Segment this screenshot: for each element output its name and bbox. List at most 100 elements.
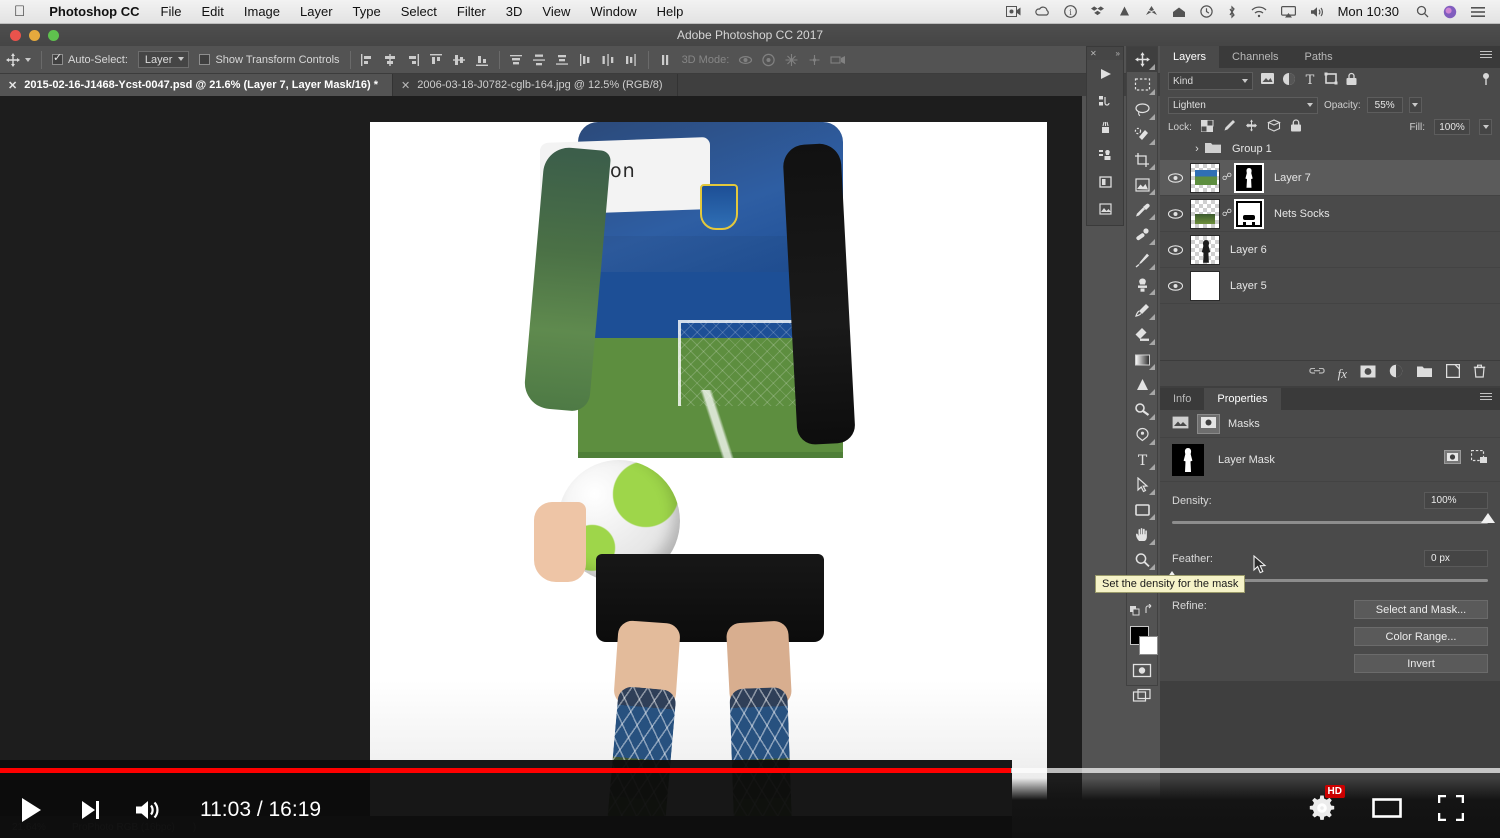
menu-item-select[interactable]: Select (391, 4, 447, 19)
chevron-right-icon[interactable]: › (1190, 143, 1204, 155)
density-value[interactable]: 100% (1424, 492, 1488, 509)
tab-properties[interactable]: Properties (1204, 388, 1281, 410)
menu-item-edit[interactable]: Edit (191, 4, 233, 19)
delete-layer-icon[interactable] (1473, 364, 1486, 383)
gradient-tool[interactable] (1127, 347, 1157, 372)
layer-filter-kind-select[interactable]: Kind (1168, 72, 1253, 90)
pen-tool[interactable] (1127, 422, 1157, 447)
brush-tool[interactable] (1127, 247, 1157, 272)
tab-channels[interactable]: Channels (1219, 46, 1291, 68)
panel-menu-icon[interactable] (1480, 393, 1492, 402)
tab-paths[interactable]: Paths (1292, 46, 1346, 68)
lock-image-pixels-icon[interactable] (1223, 119, 1236, 135)
crop-tool[interactable] (1127, 147, 1157, 172)
expand-icon[interactable]: » (1116, 49, 1120, 58)
search-icon[interactable] (1409, 5, 1436, 18)
filter-type-icon[interactable]: T (1303, 72, 1317, 91)
layer-visibility-icon[interactable] (1160, 244, 1190, 255)
3d-roll-icon[interactable] (757, 49, 780, 71)
siri-icon[interactable] (1436, 5, 1464, 19)
invert-button[interactable]: Invert (1354, 654, 1488, 673)
fill-value[interactable]: 100% (1434, 119, 1470, 135)
align-horizontal-centers-icon[interactable] (379, 49, 402, 71)
layer-visibility-icon[interactable] (1160, 172, 1190, 183)
select-mask-icon[interactable] (1444, 450, 1461, 469)
filter-toggle-icon[interactable] (1480, 72, 1492, 91)
align-vertical-centers-icon[interactable] (448, 49, 471, 71)
menu-item-filter[interactable]: Filter (447, 4, 496, 19)
clone-stamp-tool[interactable] (1127, 272, 1157, 297)
sharpen-tool[interactable] (1127, 372, 1157, 397)
auto-select-target-select[interactable]: Layer (133, 46, 195, 74)
table-row[interactable]: Layer 6 (1160, 232, 1500, 268)
backblaze-icon[interactable] (1111, 5, 1138, 18)
action-frame-icon[interactable] (1087, 168, 1123, 195)
show-transform-check-box[interactable] (199, 54, 211, 65)
zoom-tool[interactable] (1127, 547, 1157, 572)
table-row[interactable]: Layer 5 (1160, 268, 1500, 304)
close-icon[interactable]: ✕ (1090, 49, 1097, 58)
align-more-icon[interactable] (654, 49, 677, 71)
color-range-button[interactable]: Color Range... (1354, 627, 1488, 646)
canvas-area[interactable]: macron (0, 96, 1082, 838)
distribute-bottom-edges-icon[interactable] (551, 49, 574, 71)
next-video-icon[interactable] (62, 798, 118, 822)
layer-visibility-icon[interactable] (1160, 208, 1190, 219)
lasso-tool[interactable] (1127, 97, 1157, 122)
quick-mask-icon[interactable] (1127, 658, 1157, 683)
filter-smart-object-icon[interactable] (1345, 72, 1358, 91)
play-action-icon[interactable] (1087, 60, 1123, 87)
settings-gear-icon[interactable]: HD (1308, 784, 1345, 827)
frame-tool[interactable] (1127, 172, 1157, 197)
distribute-horizontal-centers-icon[interactable] (597, 49, 620, 71)
layer-name[interactable]: Nets Socks (1264, 208, 1330, 220)
volume-icon[interactable] (118, 798, 178, 822)
menu-item-help[interactable]: Help (647, 4, 694, 19)
layer-name[interactable]: Layer 6 (1220, 244, 1267, 256)
apple-icon[interactable]:  (0, 4, 38, 19)
hand-tool[interactable] (1127, 522, 1157, 547)
align-bottom-edges-icon[interactable] (471, 49, 494, 71)
layer-thumbnail[interactable] (1190, 234, 1220, 265)
color-swatches[interactable] (1127, 624, 1158, 658)
close-icon[interactable]: ✕ (401, 79, 410, 92)
density-slider-track[interactable] (1172, 513, 1495, 524)
video-progress-bar[interactable] (0, 768, 1500, 773)
path-selection-tool[interactable] (1127, 472, 1157, 497)
auto-select-checkbox[interactable]: Auto-Select: (47, 46, 133, 74)
layer-mask-thumbnail[interactable] (1234, 162, 1264, 193)
lock-transparent-pixels-icon[interactable] (1200, 119, 1214, 135)
background-color-swatch[interactable] (1139, 636, 1158, 655)
airplay-icon[interactable] (1274, 5, 1303, 18)
align-top-edges-icon[interactable] (425, 49, 448, 71)
layer-name[interactable]: Group 1 (1222, 143, 1272, 155)
close-icon[interactable]: ✕ (8, 79, 17, 92)
pixel-mask-icon[interactable] (1172, 416, 1189, 432)
bluetooth-icon[interactable] (1220, 5, 1244, 19)
action-stamp-icon[interactable] (1087, 141, 1123, 168)
opacity-value[interactable]: 55% (1366, 97, 1403, 113)
dropbox-icon[interactable] (1084, 5, 1111, 18)
lock-artboard-icon[interactable] (1267, 119, 1281, 135)
blend-mode-select[interactable]: Lighten (1168, 96, 1318, 114)
eyedropper-tool[interactable] (1127, 197, 1157, 222)
layer-mask-link-icon[interactable]: ☍ (1220, 208, 1234, 219)
menu-bar-clock[interactable]: Mon 10:30 (1332, 4, 1409, 19)
menu-app-name[interactable]: Photoshop CC (38, 4, 150, 19)
mask-options-icon[interactable] (1470, 449, 1488, 469)
3d-orbit-icon[interactable] (734, 49, 757, 71)
menu-item-image[interactable]: Image (234, 4, 290, 19)
layer-mask-link-icon[interactable]: ☍ (1220, 172, 1234, 183)
3d-slide-icon[interactable] (803, 49, 826, 71)
notification-center-icon[interactable] (1464, 6, 1492, 18)
fill-slider-toggle[interactable] (1479, 119, 1492, 135)
distribute-vertical-centers-icon[interactable] (528, 49, 551, 71)
history-brush-tool[interactable] (1127, 297, 1157, 322)
auto-select-check-box[interactable] (52, 51, 63, 65)
layer-thumbnail[interactable] (1190, 162, 1220, 193)
add-layer-mask-icon[interactable] (1360, 365, 1376, 383)
opacity-slider-toggle[interactable] (1408, 97, 1422, 113)
link-layers-icon[interactable] (1308, 365, 1325, 383)
select-and-mask-button[interactable]: Select and Mask... (1354, 600, 1488, 619)
layer-name[interactable]: Layer 5 (1220, 280, 1267, 292)
